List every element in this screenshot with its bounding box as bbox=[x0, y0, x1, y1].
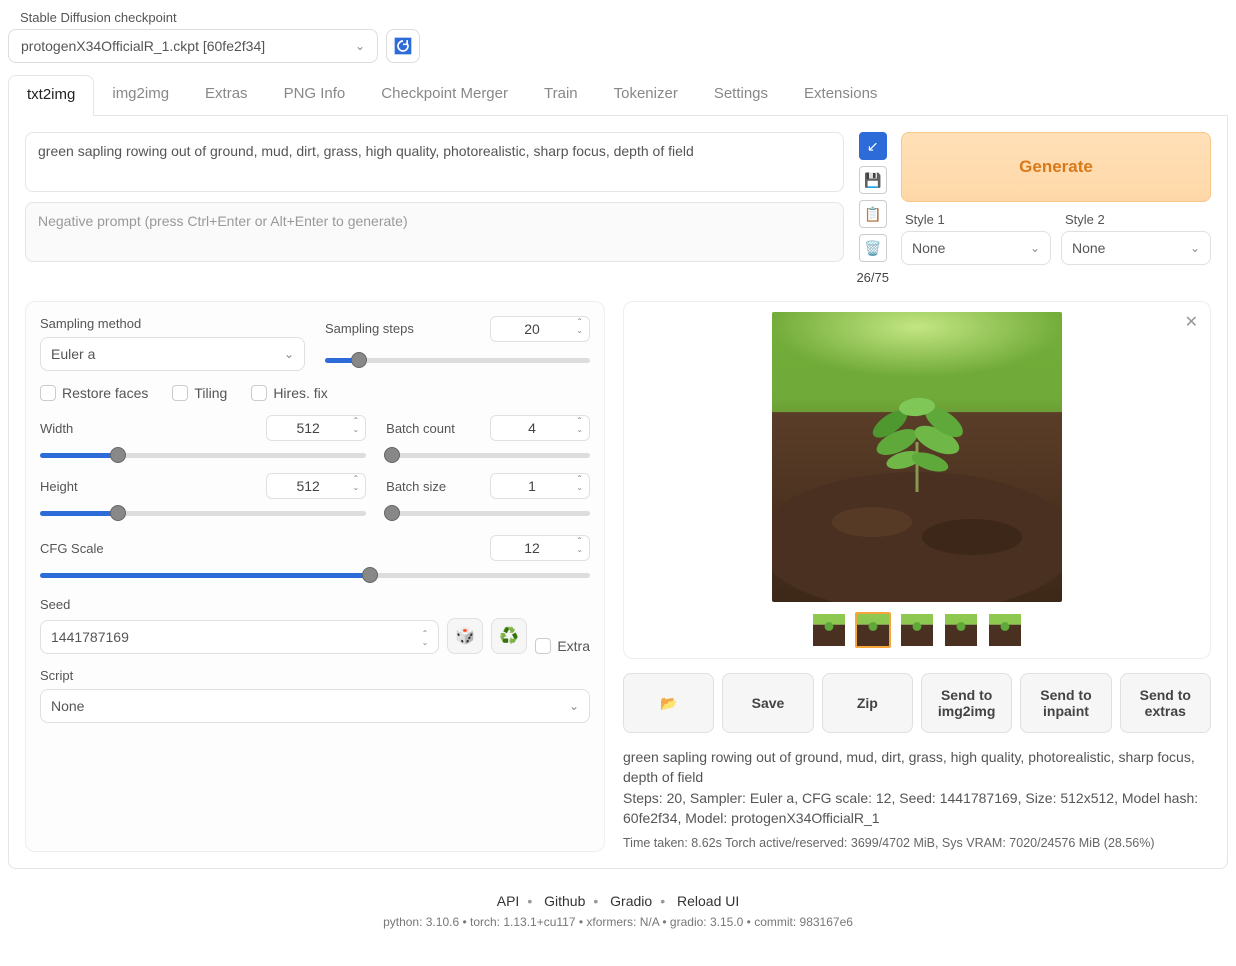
batch-count-input[interactable]: 4 bbox=[490, 415, 590, 441]
footer: API• Github• Gradio• Reload UI python: 3… bbox=[8, 893, 1228, 929]
sampling-steps-slider[interactable] bbox=[325, 352, 590, 368]
paste-button[interactable]: 📋 bbox=[859, 200, 887, 228]
chevron-down-icon: ⌄ bbox=[355, 39, 365, 53]
output-image[interactable] bbox=[772, 312, 1062, 602]
width-slider[interactable] bbox=[40, 447, 366, 463]
footer-link-github[interactable]: Github bbox=[544, 893, 585, 909]
restore-faces-checkbox[interactable] bbox=[40, 385, 56, 401]
save-prompt-button[interactable]: 💾 bbox=[859, 166, 887, 194]
negative-prompt-input[interactable] bbox=[25, 202, 844, 262]
seed-label: Seed bbox=[40, 597, 590, 612]
info-prompt: green sapling rowing out of ground, mud,… bbox=[623, 747, 1211, 788]
info-params: Steps: 20, Sampler: Euler a, CFG scale: … bbox=[623, 788, 1211, 829]
tab-txt2img[interactable]: txt2img bbox=[8, 75, 94, 116]
height-slider[interactable] bbox=[40, 505, 366, 521]
batch-count-label: Batch count bbox=[386, 421, 455, 436]
trash-icon: 🗑️ bbox=[864, 240, 881, 257]
tab-checkpoint-merger[interactable]: Checkpoint Merger bbox=[363, 75, 526, 115]
chevron-down-icon: ⌄ bbox=[569, 699, 579, 713]
checkpoint-value: protogenX34OfficialR_1.ckpt [60fe2f34] bbox=[21, 38, 265, 54]
sampling-steps-label: Sampling steps bbox=[325, 321, 414, 336]
footer-link-api[interactable]: API bbox=[497, 893, 520, 909]
style1-select[interactable]: None⌄ bbox=[901, 231, 1051, 265]
random-seed-button[interactable]: 🎲 bbox=[447, 618, 483, 654]
zip-button[interactable]: Zip bbox=[822, 673, 913, 733]
height-label: Height bbox=[40, 479, 78, 494]
tab-pnginfo[interactable]: PNG Info bbox=[266, 75, 364, 115]
height-input[interactable]: 512 bbox=[266, 473, 366, 499]
thumbnail[interactable] bbox=[811, 612, 847, 648]
thumbnail[interactable] bbox=[987, 612, 1023, 648]
script-select[interactable]: None⌄ bbox=[40, 689, 590, 723]
main-tabs: txt2img img2img Extras PNG Info Checkpoi… bbox=[8, 75, 1228, 116]
generate-button[interactable]: Generate bbox=[901, 132, 1211, 202]
style2-label: Style 2 bbox=[1065, 212, 1211, 227]
sampling-steps-input[interactable]: 20 bbox=[490, 316, 590, 342]
style2-select[interactable]: None⌄ bbox=[1061, 231, 1211, 265]
footer-versions: python: 3.10.6 • torch: 1.13.1+cu117 • x… bbox=[8, 915, 1228, 929]
send-img2img-button[interactable]: Send to img2img bbox=[921, 673, 1012, 733]
script-label: Script bbox=[40, 668, 590, 683]
cfg-slider[interactable] bbox=[40, 567, 590, 583]
output-panel: ✕ bbox=[623, 301, 1211, 852]
hires-fix-checkbox[interactable] bbox=[251, 385, 267, 401]
thumbnail[interactable] bbox=[855, 612, 891, 648]
refresh-icon bbox=[393, 36, 413, 56]
folder-icon: 📂 bbox=[660, 695, 677, 712]
extra-checkbox[interactable] bbox=[535, 638, 551, 654]
tab-img2img[interactable]: img2img bbox=[94, 75, 187, 115]
send-inpaint-button[interactable]: Send to inpaint bbox=[1020, 673, 1111, 733]
thumbnail[interactable] bbox=[943, 612, 979, 648]
send-extras-button[interactable]: Send to extras bbox=[1120, 673, 1211, 733]
refresh-checkpoint-button[interactable] bbox=[386, 29, 420, 63]
thumbnail-row bbox=[634, 612, 1200, 648]
tab-extensions[interactable]: Extensions bbox=[786, 75, 895, 115]
tab-train[interactable]: Train bbox=[526, 75, 596, 115]
tab-settings[interactable]: Settings bbox=[696, 75, 786, 115]
style1-label: Style 1 bbox=[905, 212, 1051, 227]
clipboard-icon: 📋 bbox=[864, 206, 881, 223]
cfg-label: CFG Scale bbox=[40, 541, 104, 556]
info-stats: Time taken: 8.62s Torch active/reserved:… bbox=[623, 834, 1211, 852]
cfg-input[interactable]: 12 bbox=[490, 535, 590, 561]
open-folder-button[interactable]: 📂 bbox=[623, 673, 714, 733]
generation-info: green sapling rowing out of ground, mud,… bbox=[623, 747, 1211, 852]
tiling-checkbox[interactable] bbox=[172, 385, 188, 401]
clear-button[interactable]: 🗑️ bbox=[859, 234, 887, 262]
recycle-icon: ♻️ bbox=[499, 626, 519, 646]
prompt-input[interactable] bbox=[25, 132, 844, 192]
token-counter: 26/75 bbox=[856, 270, 889, 285]
reuse-seed-button[interactable]: ♻️ bbox=[491, 618, 527, 654]
sampling-method-label: Sampling method bbox=[40, 316, 305, 331]
chevron-down-icon: ⌄ bbox=[284, 347, 294, 361]
sampling-method-select[interactable]: Euler a⌄ bbox=[40, 337, 305, 371]
seed-input[interactable]: 1441787169 bbox=[40, 620, 439, 654]
thumbnail[interactable] bbox=[899, 612, 935, 648]
batch-size-input[interactable]: 1 bbox=[490, 473, 590, 499]
footer-link-reload[interactable]: Reload UI bbox=[677, 893, 739, 909]
tab-content: ↙ 💾 📋 🗑️ 26/75 Generate Style 1 None⌄ St… bbox=[8, 116, 1228, 869]
output-gallery: ✕ bbox=[623, 301, 1211, 659]
checkpoint-label: Stable Diffusion checkpoint bbox=[20, 10, 1228, 25]
chevron-down-icon: ⌄ bbox=[1190, 241, 1200, 255]
width-label: Width bbox=[40, 421, 73, 436]
tab-extras[interactable]: Extras bbox=[187, 75, 266, 115]
width-input[interactable]: 512 bbox=[266, 415, 366, 441]
dice-icon: 🎲 bbox=[455, 626, 475, 646]
checkpoint-select[interactable]: protogenX34OfficialR_1.ckpt [60fe2f34] ⌄ bbox=[8, 29, 378, 63]
settings-panel: Sampling method Euler a⌄ Sampling steps … bbox=[25, 301, 605, 852]
save-button[interactable]: Save bbox=[722, 673, 813, 733]
interrogate-button[interactable]: ↙ bbox=[859, 132, 887, 160]
checkpoint-section: Stable Diffusion checkpoint protogenX34O… bbox=[8, 10, 1228, 63]
close-icon[interactable]: ✕ bbox=[1185, 312, 1198, 332]
tab-tokenizer[interactable]: Tokenizer bbox=[596, 75, 696, 115]
floppy-icon: 💾 bbox=[864, 172, 881, 189]
chevron-down-icon: ⌄ bbox=[1030, 241, 1040, 255]
batch-count-slider[interactable] bbox=[386, 447, 590, 463]
footer-link-gradio[interactable]: Gradio bbox=[610, 893, 652, 909]
prompt-tools: ↙ 💾 📋 🗑️ 26/75 bbox=[856, 132, 889, 285]
batch-size-slider[interactable] bbox=[386, 505, 590, 521]
batch-size-label: Batch size bbox=[386, 479, 446, 494]
